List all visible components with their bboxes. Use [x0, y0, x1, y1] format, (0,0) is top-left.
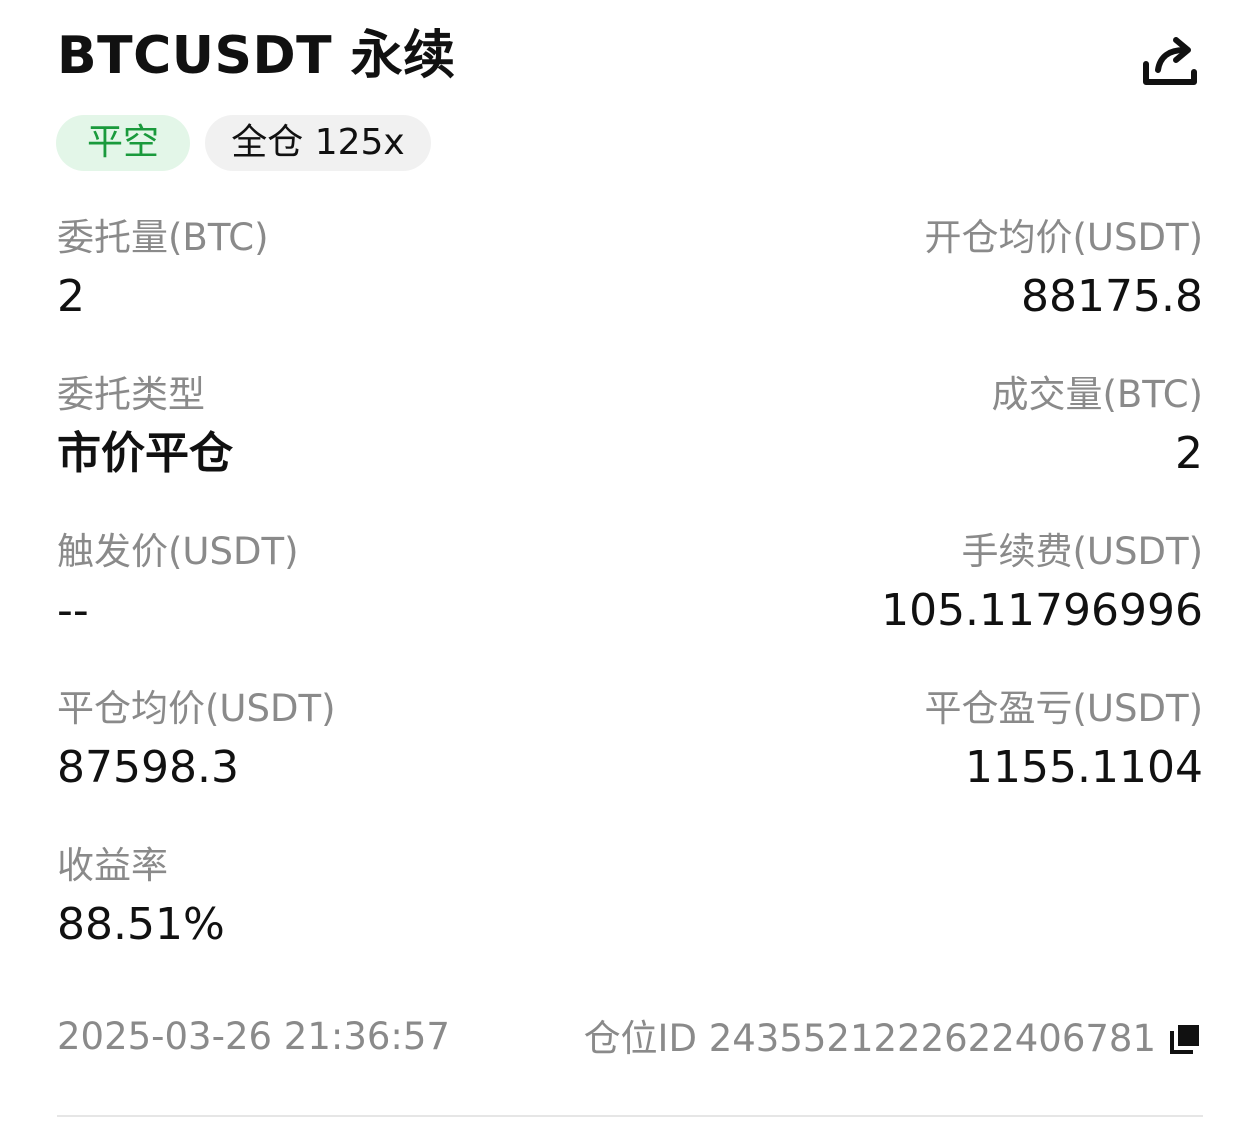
close-avg-price-label: 平仓均价(USDT) — [57, 687, 336, 730]
open-avg-price-label: 开仓均价(USDT) — [924, 216, 1203, 259]
filled-qty-cell: 成交量(BTC) 2 — [991, 371, 1203, 483]
trigger-price-cell: 触发价(USDT) -- — [57, 528, 299, 640]
position-id-group: 仓位ID 243552122262240678​1 — [584, 1014, 1202, 1064]
position-id: 仓位ID 243552122262240678​1 — [583, 1017, 1156, 1060]
close-avg-price-cell: 平仓均价(USDT) 87598.3 — [57, 685, 336, 797]
trigger-price-label: 触发价(USDT) — [57, 530, 299, 573]
page-title: BTCUSDT 永续 — [57, 26, 456, 86]
fee-label: 手续费(USDT) — [961, 530, 1203, 573]
open-avg-price-value: 88175.8 — [1021, 271, 1203, 322]
order-qty-label: 委托量(BTC) — [57, 216, 269, 259]
margin-leverage-tag: 全仓 125x — [205, 115, 431, 171]
detail-row: 委托类型 市价平仓 成交量(BTC) 2 — [57, 371, 1203, 481]
roi-label: 收益率 — [57, 844, 168, 887]
order-type-label: 委托类型 — [57, 373, 205, 416]
roi-value: 88.51% — [57, 899, 225, 950]
copy-icon — [1170, 1025, 1199, 1054]
close-pnl-cell: 平仓盈亏(USDT) 1155.1104 — [924, 685, 1203, 797]
filled-qty-label: 成交量(BTC) — [991, 373, 1203, 416]
share-icon — [1143, 37, 1197, 85]
fee-value: 105.11796996 — [881, 585, 1203, 636]
close-pnl-label: 平仓盈亏(USDT) — [924, 687, 1203, 730]
detail-row: 触发价(USDT) -- 手续费(USDT) 105.11796996 — [57, 528, 1203, 638]
close-pnl-value: 1155.1104 — [965, 742, 1203, 793]
share-button[interactable] — [1138, 30, 1202, 94]
detail-row: 平仓均价(USDT) 87598.3 平仓盈亏(USDT) 1155.1104 — [57, 685, 1203, 795]
detail-row: 委托量(BTC) 2 开仓均价(USDT) 88175.8 — [57, 214, 1203, 324]
bottom-divider — [57, 1115, 1203, 1117]
roi-cell: 收益率 88.51% — [57, 842, 225, 954]
order-timestamp: 2025-03-26 21:36:57 — [57, 1015, 450, 1058]
order-type-cell: 委托类型 市价平仓 — [57, 371, 233, 483]
detail-row: 收益率 88.51% — [57, 842, 1203, 952]
copy-button[interactable] — [1168, 1022, 1202, 1056]
order-qty-cell: 委托量(BTC) 2 — [57, 214, 269, 326]
order-type-value: 市价平仓 — [57, 428, 233, 479]
order-detail-card: BTCUSDT 永续 平空 全仓 125x 委托量(BTC) 2 开仓均价(US… — [0, 0, 1260, 1121]
order-qty-value: 2 — [57, 271, 85, 322]
trigger-price-value: -- — [57, 585, 89, 636]
open-avg-price-cell: 开仓均价(USDT) 88175.8 — [924, 214, 1203, 326]
tag-row: 平空 全仓 125x — [56, 115, 431, 171]
side-tag: 平空 — [56, 115, 190, 171]
fee-cell: 手续费(USDT) 105.11796996 — [881, 528, 1203, 640]
filled-qty-value: 2 — [1175, 428, 1203, 479]
close-avg-price-value: 87598.3 — [57, 742, 239, 793]
